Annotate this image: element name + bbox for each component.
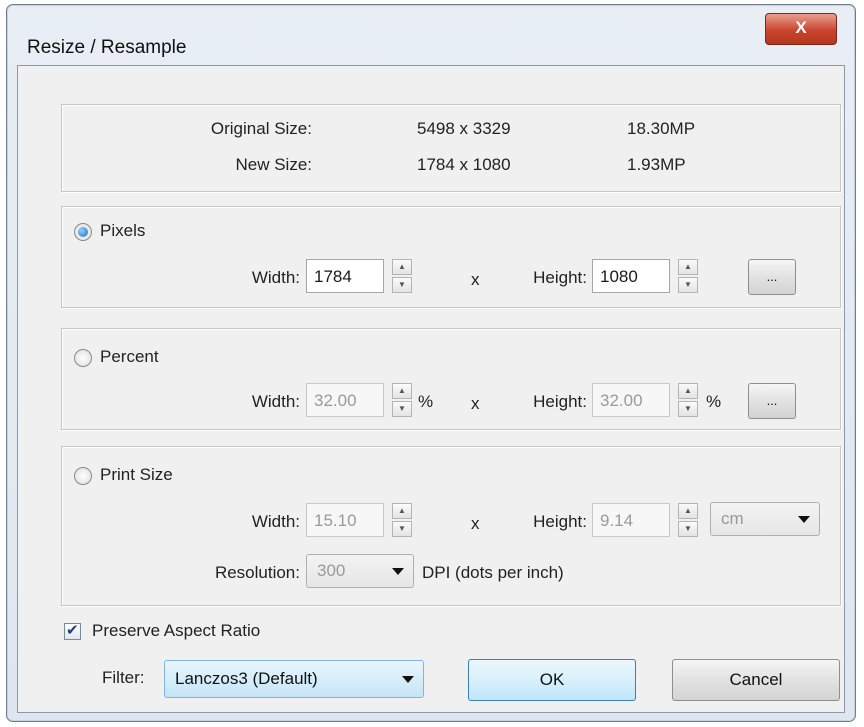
resolution-value: 300 xyxy=(317,561,346,580)
pixels-label: Pixels xyxy=(100,221,146,240)
print-height-spinner[interactable]: ▲ ▼ xyxy=(678,503,698,537)
percent-width-input[interactable]: 32.00 xyxy=(306,383,384,417)
percent-height-input[interactable]: 32.00 xyxy=(592,383,670,417)
print-size-group: Print Size Width: 15.10 ▲ ▼ x Height: 9.… xyxy=(61,446,841,606)
percent-more-button[interactable]: ... xyxy=(748,383,796,419)
size-info-group: Original Size: 5498 x 3329 18.30MP New S… xyxy=(61,104,841,192)
pixels-group: Pixels Width: 1784 ▲ ▼ x Height: 1080 ▲ … xyxy=(61,206,841,308)
preserve-aspect-label: Preserve Aspect Ratio xyxy=(92,621,261,640)
pixels-width-input[interactable]: 1784 xyxy=(306,259,384,293)
original-size-mp: 18.30MP xyxy=(627,119,696,138)
spin-down-icon[interactable]: ▼ xyxy=(392,277,412,293)
filter-value: Lanczos3 (Default) xyxy=(175,669,318,688)
close-button[interactable]: X xyxy=(765,13,837,45)
spin-up-icon[interactable]: ▲ xyxy=(678,503,698,519)
dpi-label: DPI (dots per inch) xyxy=(422,563,564,582)
dialog-title: Resize / Resample xyxy=(27,37,187,58)
percent-width-unit: % xyxy=(418,392,434,411)
print-height-label: Height: xyxy=(533,512,587,531)
spin-up-icon[interactable]: ▲ xyxy=(392,503,412,519)
chevron-down-icon xyxy=(402,676,414,683)
spin-down-icon[interactable]: ▼ xyxy=(392,401,412,417)
ok-button[interactable]: OK xyxy=(468,659,636,701)
percent-label: Percent xyxy=(100,347,159,366)
percent-height-unit: % xyxy=(706,392,722,411)
dialog-body: Original Size: 5498 x 3329 18.30MP New S… xyxy=(17,65,845,713)
print-unit-value: cm xyxy=(721,509,744,528)
percent-group: Percent Width: 32.00 ▲ ▼ % x Height: 32.… xyxy=(61,328,841,430)
close-icon: X xyxy=(795,18,807,37)
print-size-radio[interactable] xyxy=(74,467,92,485)
new-size-dims: 1784 x 1080 xyxy=(417,155,511,174)
print-size-label: Print Size xyxy=(100,465,173,484)
percent-height-spinner[interactable]: ▲ ▼ xyxy=(678,383,698,417)
print-x-label: x xyxy=(471,514,480,533)
print-unit-select[interactable]: cm xyxy=(710,502,820,536)
spin-down-icon[interactable]: ▼ xyxy=(678,401,698,417)
spin-up-icon[interactable]: ▲ xyxy=(392,383,412,399)
pixels-width-spinner[interactable]: ▲ ▼ xyxy=(392,259,412,293)
cancel-button[interactable]: Cancel xyxy=(672,659,840,701)
pixels-height-input[interactable]: 1080 xyxy=(592,259,670,293)
chevron-down-icon xyxy=(392,568,404,575)
print-height-input[interactable]: 9.14 xyxy=(592,503,670,537)
percent-x-label: x xyxy=(471,394,480,413)
spin-up-icon[interactable]: ▲ xyxy=(392,259,412,275)
pixels-x-label: x xyxy=(471,270,480,289)
spin-up-icon[interactable]: ▲ xyxy=(678,259,698,275)
pixels-radio[interactable] xyxy=(74,223,92,241)
percent-width-label: Width: xyxy=(251,392,300,411)
original-size-dims: 5498 x 3329 xyxy=(417,119,511,138)
percent-height-label: Height: xyxy=(533,392,587,411)
resolution-select[interactable]: 300 xyxy=(306,554,414,588)
resolution-label: Resolution: xyxy=(214,563,300,582)
percent-width-spinner[interactable]: ▲ ▼ xyxy=(392,383,412,417)
pixels-more-button[interactable]: ... xyxy=(748,259,796,295)
print-width-spinner[interactable]: ▲ ▼ xyxy=(392,503,412,537)
percent-radio[interactable] xyxy=(74,349,92,367)
spin-down-icon[interactable]: ▼ xyxy=(392,521,412,537)
resize-dialog: Resize / Resample X Original Size: 5498 … xyxy=(6,4,856,722)
preserve-aspect-checkbox[interactable] xyxy=(64,621,81,640)
pixels-width-label: Width: xyxy=(251,268,300,287)
filter-select[interactable]: Lanczos3 (Default) xyxy=(164,660,424,698)
spin-up-icon[interactable]: ▲ xyxy=(678,383,698,399)
spin-down-icon[interactable]: ▼ xyxy=(678,521,698,537)
pixels-height-label: Height: xyxy=(533,268,587,287)
original-size-label: Original Size: xyxy=(210,119,312,138)
chevron-down-icon xyxy=(798,516,810,523)
spin-down-icon[interactable]: ▼ xyxy=(678,277,698,293)
print-width-label: Width: xyxy=(251,512,300,531)
new-size-mp: 1.93MP xyxy=(627,155,686,174)
new-size-label: New Size: xyxy=(235,155,312,174)
pixels-height-spinner[interactable]: ▲ ▼ xyxy=(678,259,698,293)
print-width-input[interactable]: 15.10 xyxy=(306,503,384,537)
filter-label: Filter: xyxy=(102,668,145,687)
